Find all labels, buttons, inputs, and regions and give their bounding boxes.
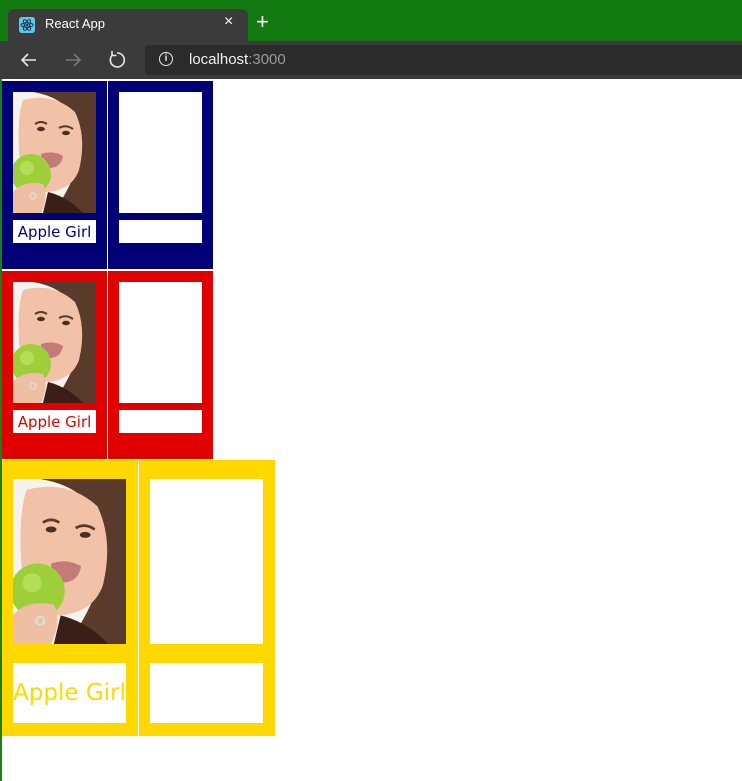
card-label: Apple Girl: [13, 663, 126, 723]
card-image: [13, 282, 96, 403]
card-image: [119, 92, 202, 213]
reload-icon[interactable]: [106, 49, 128, 71]
card[interactable]: [108, 271, 213, 459]
card-label: Apple Girl: [13, 220, 96, 243]
card-row-yellow: Apple Girl: [2, 460, 275, 736]
close-tab-icon[interactable]: ×: [224, 13, 233, 31]
card[interactable]: [139, 460, 275, 736]
card-image: [13, 479, 126, 644]
card[interactable]: Apple Girl: [2, 81, 107, 269]
card-label: [119, 220, 202, 243]
page-content: Apple Girl Apple Girl Apple Girl: [0, 79, 742, 781]
card[interactable]: Apple Girl: [2, 460, 138, 736]
card-image: [119, 282, 202, 403]
card[interactable]: [108, 81, 213, 269]
card-row-blue: Apple Girl: [2, 81, 213, 269]
apple-girl-photo: [13, 479, 126, 644]
info-icon[interactable]: i: [159, 52, 173, 66]
card-label: [119, 410, 202, 433]
card-row-red: Apple Girl: [2, 271, 213, 459]
back-arrow-icon[interactable]: [18, 49, 40, 71]
tab-title: React App: [45, 16, 105, 31]
address-bar[interactable]: i localhost:3000: [145, 45, 742, 75]
browser-tab[interactable]: React App ×: [8, 9, 248, 41]
new-tab-button[interactable]: +: [256, 11, 269, 33]
apple-girl-photo: [13, 282, 96, 403]
url-text: localhost:3000: [189, 51, 286, 68]
card-label: Apple Girl: [13, 410, 96, 433]
card[interactable]: Apple Girl: [2, 271, 107, 459]
browser-title-bar: React App × +: [0, 0, 742, 41]
forward-arrow-icon[interactable]: [62, 49, 84, 71]
react-logo-icon: [19, 17, 35, 33]
apple-girl-photo: [13, 92, 96, 213]
browser-toolbar: i localhost:3000: [0, 41, 742, 79]
card-label: [150, 663, 263, 723]
card-image: [13, 92, 96, 213]
card-image: [150, 479, 263, 644]
